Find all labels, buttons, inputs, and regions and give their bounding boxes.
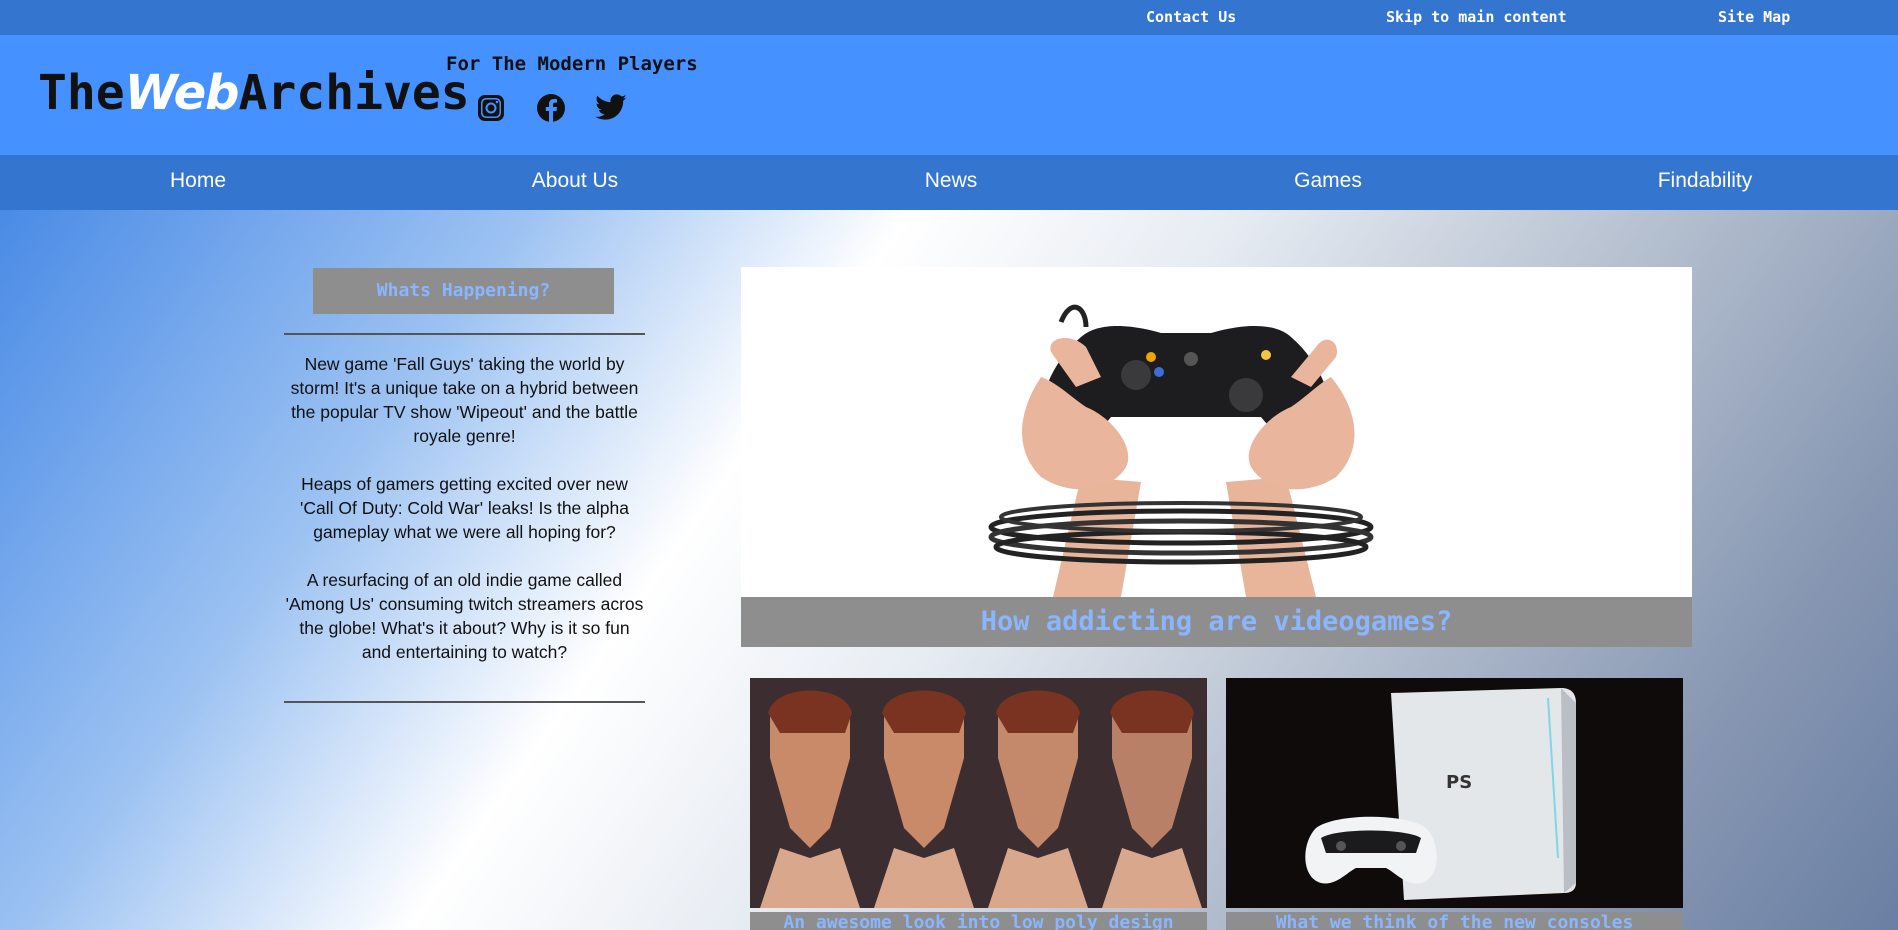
contact-us-link[interactable]: Contact Us: [1146, 8, 1236, 26]
featured-article[interactable]: How addicting are videogames?: [741, 267, 1692, 647]
featured-caption[interactable]: How addicting are videogames?: [741, 597, 1692, 647]
utility-bar: Contact Us Skip to main content Site Map: [0, 0, 1898, 35]
new-console-image[interactable]: PS: [1226, 678, 1683, 908]
main-nav: Home About Us News Games Findability: [0, 155, 1898, 210]
nav-item-about-us[interactable]: About Us: [475, 169, 675, 193]
logo-text-archives: Archives: [238, 65, 470, 121]
logo-text-web: Web: [124, 65, 240, 121]
nav-item-games[interactable]: Games: [1228, 169, 1428, 193]
site-header: TheWebArchives For The Modern Players: [0, 35, 1898, 155]
site-tagline: For The Modern Players: [446, 53, 698, 75]
low-poly-heads-image[interactable]: [750, 678, 1207, 908]
skip-to-main-content-link[interactable]: Skip to main content: [1386, 8, 1567, 26]
card-caption-new-consoles[interactable]: What we think of the new consoles: [1226, 912, 1683, 930]
twitter-icon[interactable]: [594, 91, 628, 125]
featured-image-controller-hands[interactable]: [741, 267, 1692, 597]
facebook-icon[interactable]: [534, 91, 568, 125]
instagram-icon[interactable]: [474, 91, 508, 125]
card-caption-low-poly[interactable]: An awesome look into low poly design: [750, 912, 1207, 930]
nav-item-home[interactable]: Home: [98, 169, 298, 193]
nav-item-findability[interactable]: Findability: [1605, 169, 1805, 193]
news-item: New game 'Fall Guys' taking the world by…: [290, 354, 639, 446]
nav-item-news[interactable]: News: [851, 169, 1051, 193]
sidebar-divider-bottom: [284, 701, 645, 703]
news-item: Heaps of gamers getting excited over new…: [300, 474, 629, 542]
svg-text:PS: PS: [1446, 772, 1472, 793]
whats-happening-heading: Whats Happening?: [313, 268, 614, 314]
site-logo[interactable]: TheWebArchives: [38, 69, 470, 117]
news-item: A resurfacing of an old indie game calle…: [285, 570, 644, 662]
site-map-link[interactable]: Site Map: [1718, 8, 1790, 26]
sidebar-divider-top: [284, 333, 645, 335]
logo-text-the: The: [38, 65, 125, 121]
